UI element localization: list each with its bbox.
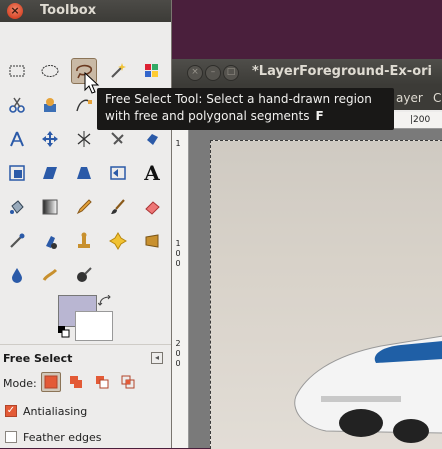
options-divider <box>0 344 171 345</box>
mouse-cursor-icon <box>84 71 102 96</box>
airplane-image <box>294 335 442 443</box>
scale-icon[interactable] <box>6 162 28 184</box>
toolbox-window: × Toolbox A Free Select ◂ Mode: ✓ Antial… <box>0 0 172 448</box>
tooltip: Free Select Tool: Select a hand-drawn re… <box>97 88 394 130</box>
pencil-icon[interactable] <box>73 196 95 218</box>
dodge-burn-icon[interactable] <box>73 264 95 286</box>
foreground-select-icon[interactable] <box>39 94 61 116</box>
ink-icon[interactable] <box>39 230 61 252</box>
move-icon[interactable] <box>39 128 61 150</box>
ruler-left-label: 0 <box>175 359 181 368</box>
perspective-clone-icon[interactable] <box>141 230 163 252</box>
feather-edges-checkbox[interactable] <box>5 431 17 443</box>
rotate-icon[interactable] <box>141 128 163 150</box>
blur-icon[interactable] <box>6 264 28 286</box>
shear-icon[interactable] <box>39 162 61 184</box>
image-window-title: *LayerForeground-Ex-ori <box>252 64 432 79</box>
mode-replace-icon[interactable] <box>41 372 61 392</box>
tool-grid: A <box>0 22 171 296</box>
clone-stamp-icon[interactable] <box>73 230 95 252</box>
ruler-left-label: 0 <box>175 349 181 358</box>
toolbox-title: Toolbox <box>40 3 97 18</box>
airbrush-icon[interactable] <box>6 230 28 252</box>
mode-add-icon[interactable] <box>66 372 86 392</box>
paintbrush-icon[interactable] <box>107 196 129 218</box>
ruler-left-label: 0 <box>175 259 181 268</box>
menu-colors[interactable]: C <box>433 91 441 105</box>
mode-label: Mode: <box>3 377 37 390</box>
swap-colors-icon[interactable] <box>97 294 112 307</box>
bucket-icon[interactable] <box>6 196 28 218</box>
image-canvas[interactable] <box>210 140 442 449</box>
background-color[interactable] <box>75 311 113 341</box>
antialiasing-label: Antialiasing <box>23 405 88 418</box>
ruler-left-label: 1 <box>175 139 181 148</box>
ruler-left-label: 0 <box>175 249 181 258</box>
scissors-icon[interactable] <box>6 94 28 116</box>
tooltip-shortcut: F <box>315 109 324 123</box>
antialiasing-checkbox[interactable]: ✓ <box>5 405 17 417</box>
gradient-icon[interactable] <box>39 196 61 218</box>
text-icon[interactable]: A <box>141 161 163 185</box>
compass-icon[interactable] <box>6 128 28 150</box>
crop-icon[interactable] <box>107 128 129 150</box>
tool-options-title: Free Select <box>3 352 73 365</box>
tool-options-menu-icon[interactable]: ◂ <box>151 352 163 364</box>
perspective-icon[interactable] <box>73 162 95 184</box>
mode-intersect-icon[interactable] <box>118 372 138 392</box>
rect-select-icon[interactable] <box>6 60 28 82</box>
heal-icon[interactable] <box>107 230 129 252</box>
ruler-vertical <box>172 128 189 448</box>
align-icon[interactable] <box>73 128 95 150</box>
ruler-left-label: 1 <box>175 239 181 248</box>
menu-layer[interactable]: ayer <box>396 91 423 105</box>
mode-subtract-icon[interactable] <box>92 372 112 392</box>
toolbox-titlebar: × Toolbox <box>0 0 171 22</box>
paths-icon[interactable] <box>73 94 95 116</box>
ruler-left-label: 2 <box>175 339 181 348</box>
window-close-icon[interactable]: × <box>187 65 203 81</box>
feather-edges-label: Feather edges <box>23 431 102 444</box>
magic-wand-icon[interactable] <box>107 60 129 82</box>
smudge-icon[interactable] <box>39 264 61 286</box>
ruler-top-label: |200 <box>410 115 431 125</box>
eraser-icon[interactable] <box>141 196 163 218</box>
close-icon[interactable]: × <box>7 3 23 19</box>
reset-colors-icon[interactable] <box>58 326 70 338</box>
window-maximize-icon[interactable]: □ <box>223 65 239 81</box>
select-by-color-icon[interactable] <box>141 60 163 82</box>
ellipse-select-icon[interactable] <box>39 60 61 82</box>
flip-icon[interactable] <box>107 162 129 184</box>
window-minimize-icon[interactable]: – <box>205 65 221 81</box>
tooltip-text: Free Select Tool: Select a hand-drawn re… <box>105 92 372 123</box>
